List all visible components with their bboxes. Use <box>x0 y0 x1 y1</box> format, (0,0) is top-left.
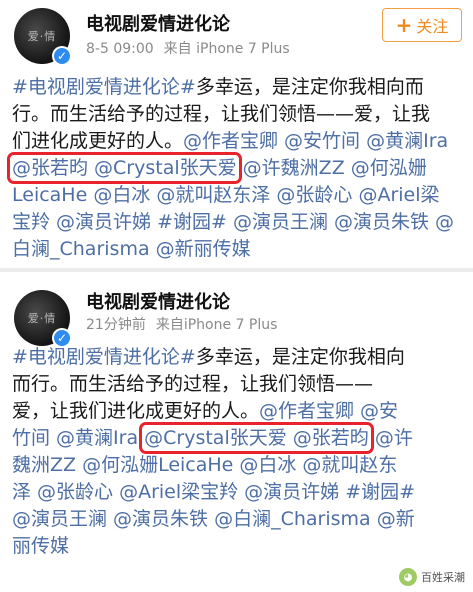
mention-link[interactable]: @作者宝卿 @安 <box>259 400 398 422</box>
post-line: 竹间 @黄澜Ira @Crystal张天爱 @张若昀 @许 <box>12 422 464 454</box>
post-line[interactable]: 丽传媒 <box>12 533 464 560</box>
post-line: #电视剧爱情进化论#多幸运，是注定你我相向 <box>12 346 405 368</box>
post-line[interactable]: @演员王澜 @演员朱铁 @白澜_Charisma @新 <box>12 506 464 533</box>
hashtag-link[interactable]: #电视剧爱情进化论# <box>12 346 196 368</box>
post-line: 爱，让我们进化成更好的人。@作者宝卿 @安 <box>12 400 399 422</box>
post-line: 而行。而生活给予的过程，让我们领悟—— <box>12 373 374 395</box>
wechat-icon: ◕ <box>399 568 417 586</box>
post-line[interactable]: 泽 @张龄心 @Ariel梁宝羚 @演员许娣 #谢园# <box>12 479 464 506</box>
author-avatar[interactable]: 爱·情 ✓ <box>14 290 72 348</box>
post-meta: 21分钟前 来自iPhone 7 Plus <box>86 314 277 334</box>
mention-link[interactable]: 竹间 @黄澜Ira <box>12 427 144 449</box>
watermark: ◕ 百姓采潮 <box>399 568 465 586</box>
avatar-text: 爱·情 <box>27 312 57 325</box>
watermark-text: 百姓采潮 <box>421 571 465 584</box>
post-source: 来自iPhone 7 Plus <box>155 317 278 333</box>
weibo-post-2: 爱·情 ✓ 电视剧爱情进化论 21分钟前 来自iPhone 7 Plus #电视剧… <box>0 0 473 592</box>
post-time: 21分钟前 <box>86 317 146 333</box>
post-line[interactable]: 魏洲ZZ @何泓姗LeicaHe @白冰 @就叫赵东 <box>12 452 464 479</box>
author-name[interactable]: 电视剧爱情进化论 <box>86 288 230 314</box>
mention-link[interactable]: @许 <box>369 427 413 449</box>
highlighted-mentions[interactable]: @Crystal张天爱 @张若昀 <box>139 422 374 454</box>
post-text: #电视剧爱情进化论#多幸运，是注定你我相向 而行。而生活给予的过程，让我们领悟—… <box>12 344 464 560</box>
